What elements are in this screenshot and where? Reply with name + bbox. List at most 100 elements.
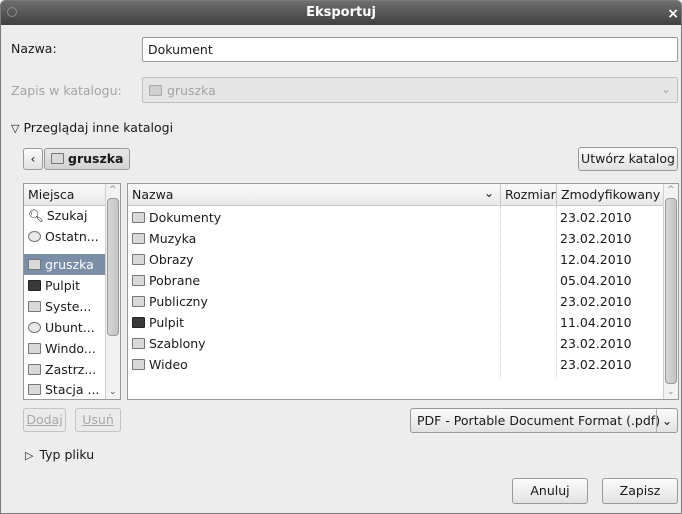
title-bar: Eksportuj × xyxy=(1,1,681,25)
places-item-floppy[interactable]: Stacja ... xyxy=(24,380,110,399)
column-header-size[interactable]: Rozmiar xyxy=(500,184,556,206)
file-modified: 12.04.2010 xyxy=(560,252,632,267)
home-folder-icon xyxy=(51,153,64,164)
browse-folders-expander[interactable]: ▽ Przeglądaj inne katalogi xyxy=(11,120,173,135)
places-item-reserved[interactable]: Zastrz... xyxy=(24,359,110,380)
file-row[interactable]: Publiczny 23.02.2010 xyxy=(128,291,664,312)
home-folder-icon xyxy=(149,85,162,96)
file-row[interactable]: Muzyka 23.02.2010 xyxy=(128,228,664,249)
file-modified: 23.02.2010 xyxy=(560,336,632,351)
desktop-folder-icon xyxy=(132,317,145,328)
browse-folders-label: Przeglądaj inne katalogi xyxy=(23,120,174,135)
file-name: Obrazy xyxy=(149,252,194,267)
places-item-system[interactable]: Syste... xyxy=(24,296,110,317)
home-folder-icon xyxy=(28,259,41,270)
save-label: Zapisz xyxy=(619,483,661,498)
column-header-modified[interactable]: Zmodyfikowany xyxy=(556,184,664,206)
places-item-search[interactable]: 🔍︎ Szukaj xyxy=(24,208,110,229)
file-row[interactable]: Wideo 23.02.2010 xyxy=(128,354,664,375)
name-input[interactable]: Dokument xyxy=(142,37,678,62)
places-item-label: Windo... xyxy=(45,341,96,356)
files-pane: Nazwa ⌄ Rozmiar Zmodyfikowany Dokumenty … xyxy=(127,183,679,400)
column-header-name[interactable]: Nazwa ⌄ xyxy=(128,184,500,206)
places-item-windows[interactable]: Windo... xyxy=(24,338,110,359)
file-modified: 11.04.2010 xyxy=(560,315,632,330)
floppy-icon xyxy=(28,384,41,395)
name-label-text: Nazwa: xyxy=(11,41,57,56)
places-scrollbar[interactable]: ^ ⌄ xyxy=(105,184,120,399)
add-place-button[interactable]: Dodaj xyxy=(23,408,66,432)
file-type-expander[interactable]: ▷ Typ pliku xyxy=(25,447,94,462)
file-modified: 23.02.2010 xyxy=(560,294,632,309)
file-name: Pulpit xyxy=(149,315,185,330)
path-back-button[interactable]: ‹ xyxy=(23,148,43,170)
cancel-label: Anuluj xyxy=(530,483,570,498)
file-name: Muzyka xyxy=(149,231,197,246)
places-item-label: Syste... xyxy=(45,299,92,314)
recent-icon xyxy=(28,231,41,242)
file-name: Pobrane xyxy=(149,273,201,288)
places-item-label: Szukaj xyxy=(46,208,88,223)
name-label: Nazwa: xyxy=(11,41,57,56)
chevron-left-icon: ‹ xyxy=(30,151,36,166)
downloads-folder-icon xyxy=(132,275,145,286)
scroll-down-icon: ⌄ xyxy=(667,387,675,397)
places-item-label: Zastrz... xyxy=(45,362,97,377)
chevron-down-icon: ⌄ xyxy=(656,409,677,432)
file-row[interactable]: Dokumenty 23.02.2010 xyxy=(128,207,664,228)
places-item-desktop[interactable]: Pulpit xyxy=(24,275,110,296)
search-icon: 🔍︎ xyxy=(28,208,44,223)
file-type-expander-label: Typ pliku xyxy=(39,447,95,462)
desktop-icon xyxy=(28,280,41,291)
file-modified: 23.02.2010 xyxy=(560,231,632,246)
places-item-recent[interactable]: Ostatn... xyxy=(24,229,110,250)
videos-folder-icon xyxy=(132,359,145,370)
places-header[interactable]: Miejsca xyxy=(24,184,106,206)
places-item-label: gruszka xyxy=(45,257,94,272)
remove-place-button[interactable]: Usuń xyxy=(75,408,121,432)
drive-icon xyxy=(28,364,41,375)
close-button[interactable]: × xyxy=(667,6,679,22)
templates-folder-icon xyxy=(132,338,145,349)
public-folder-icon xyxy=(132,296,145,307)
places-scroll-thumb[interactable] xyxy=(107,198,119,336)
column-name-label: Nazwa xyxy=(132,187,174,202)
create-folder-button[interactable]: Utwórz katalog xyxy=(578,147,678,171)
remove-place-label: Usuń xyxy=(82,412,114,427)
path-current-button[interactable]: gruszka xyxy=(44,148,130,170)
file-row[interactable]: Pulpit 11.04.2010 xyxy=(128,312,664,333)
expander-closed-icon: ▷ xyxy=(25,449,34,462)
places-pane: Miejsca 🔍︎ Szukaj Ostatn... gruszka Pulpi… xyxy=(23,183,121,400)
pictures-folder-icon xyxy=(132,254,145,265)
files-scroll-thumb[interactable] xyxy=(665,198,677,384)
drive-icon xyxy=(28,343,41,354)
save-in-label: Zapis w katalogu: xyxy=(11,83,122,98)
cdrom-icon xyxy=(28,322,41,333)
file-row[interactable]: Obrazy 12.04.2010 xyxy=(128,249,664,270)
chevron-down-icon: ⌄ xyxy=(660,82,671,96)
file-name: Dokumenty xyxy=(149,210,222,225)
file-name: Wideo xyxy=(149,357,188,372)
music-folder-icon xyxy=(132,233,145,244)
name-input-value: Dokument xyxy=(148,42,213,57)
documents-folder-icon xyxy=(132,212,145,223)
export-dialog: Eksportuj × Nazwa: Dokument Zapis w kata… xyxy=(0,0,682,514)
scroll-down-icon: ⌄ xyxy=(109,387,117,397)
file-row[interactable]: Szablony 23.02.2010 xyxy=(128,333,664,354)
sort-indicator-icon: ⌄ xyxy=(483,186,494,200)
file-row[interactable]: Pobrane 05.04.2010 xyxy=(128,270,664,291)
places-item-home[interactable]: gruszka xyxy=(24,254,110,275)
cancel-button[interactable]: Anuluj xyxy=(512,478,588,504)
file-type-combo[interactable]: PDF - Portable Document Format (.pdf) ⌄ xyxy=(410,408,678,433)
scroll-up-icon: ^ xyxy=(109,185,117,195)
add-place-label: Dodaj xyxy=(26,412,63,427)
places-item-ubuntu[interactable]: Ubunt... xyxy=(24,317,110,338)
files-scrollbar[interactable]: ^ ⌄ xyxy=(663,184,678,399)
places-item-label: Stacja ... xyxy=(45,382,100,397)
window-title: Eksportuj xyxy=(306,5,376,20)
save-button[interactable]: Zapisz xyxy=(602,478,678,504)
file-name: Publiczny xyxy=(149,294,208,309)
save-in-combo: gruszka ⌄ xyxy=(142,77,678,103)
scroll-up-icon: ^ xyxy=(667,185,675,195)
save-in-value: gruszka xyxy=(167,83,216,98)
